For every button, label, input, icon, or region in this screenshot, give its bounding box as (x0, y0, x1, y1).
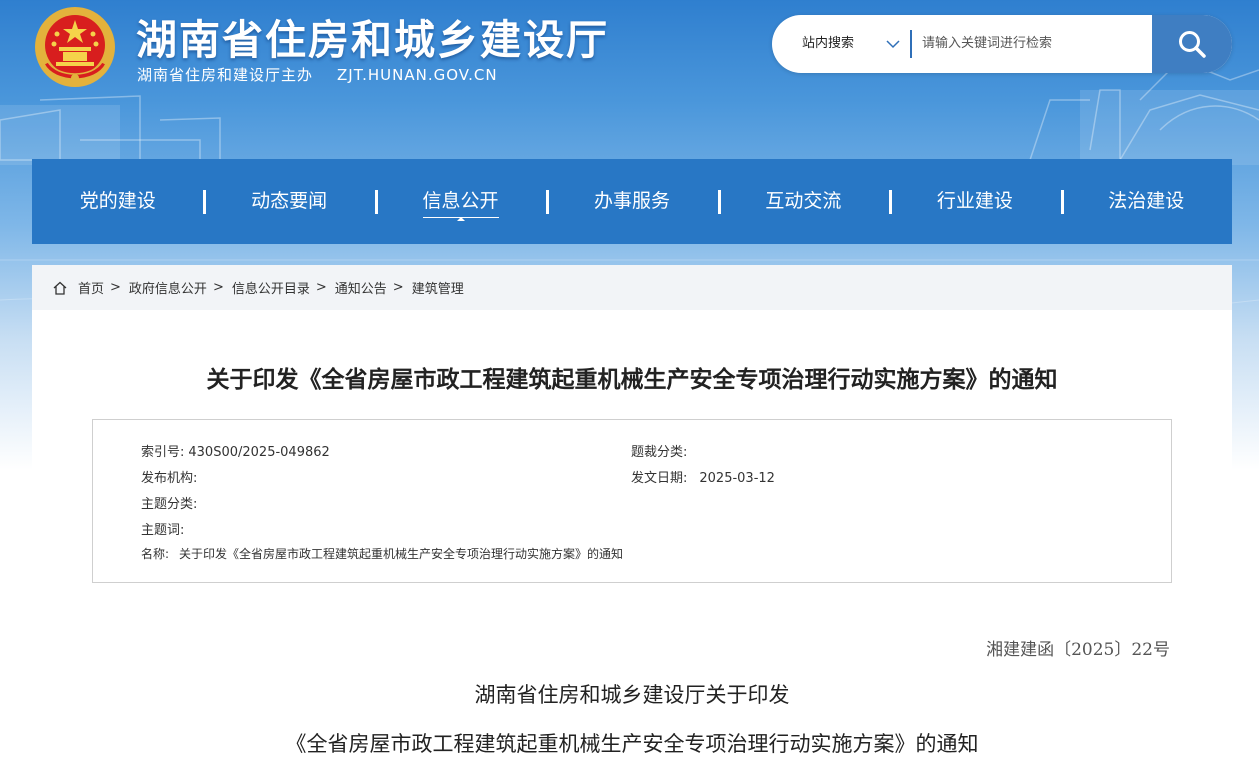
meta-keywords: 主题词: (141, 519, 188, 538)
site-title: 湖南省住房和城乡建设厅 (136, 16, 609, 64)
breadcrumb-separator: > (212, 280, 224, 295)
meta-label: 主题分类: (141, 497, 198, 512)
nav-item-industry[interactable]: 行业建设 (889, 159, 1060, 244)
nav-item-label: 信息公开 (422, 190, 499, 218)
magnifier-icon (1179, 31, 1206, 58)
search-box: 站内搜索 (772, 15, 1232, 73)
organizer-text: 湖南省住房和建设厅主办 (137, 66, 314, 84)
nav-item-label: 办事服务 (593, 190, 670, 212)
nav-item-interaction[interactable]: 互动交流 (717, 159, 889, 244)
meta-topic-category: 主题分类: (141, 493, 201, 512)
search-input[interactable] (920, 29, 1144, 57)
nav-item-services[interactable]: 办事服务 (546, 159, 717, 244)
article-title: 关于印发《全省房屋市政工程建筑起重机械生产安全专项治理行动实施方案》的通知 (206, 367, 1058, 393)
nav-item-label: 动态要闻 (251, 190, 328, 212)
search-scope-select[interactable]: 站内搜索 (802, 15, 854, 73)
search-divider (910, 30, 912, 58)
chevron-down-icon[interactable] (886, 37, 900, 51)
breadcrumb: 首页 > 政府信息公开 > 信息公开目录 > 通知公告 > 建筑管理 (32, 265, 1232, 310)
metadata-table: 索引号: 430S00/2025-049862 题裁分类: 发布机构: 发文日期:… (92, 419, 1172, 583)
search-button[interactable] (1152, 15, 1232, 73)
national-emblem-icon (35, 7, 115, 87)
body-heading-line-2: 《全省房屋市政工程建筑起重机械生产安全专项治理行动实施方案》的通知 (285, 732, 979, 756)
document-number: 湘建建函〔2025〕22号 (986, 640, 1170, 660)
site-domain: ZJT.HUNAN.GOV.CN (337, 66, 498, 84)
nav-item-label: 行业建设 (936, 190, 1013, 212)
breadcrumb-construction-mgmt[interactable]: 建筑管理 (412, 278, 464, 297)
breadcrumb-info-catalog[interactable]: 信息公开目录 (232, 278, 310, 297)
nav-item-rule-of-law[interactable]: 法治建设 (1060, 159, 1232, 244)
meta-value: 430S00/2025-049862 (188, 445, 330, 460)
breadcrumb-separator: > (315, 280, 327, 295)
breadcrumb-home[interactable]: 首页 (78, 278, 104, 297)
meta-value: 2025-03-12 (699, 471, 775, 486)
meta-theme-category: 题裁分类: (631, 441, 691, 460)
breadcrumb-separator: > (392, 280, 404, 295)
nav-item-news[interactable]: 动态要闻 (203, 159, 374, 244)
site-subtitle: 湖南省住房和建设厅主办 ZJT.HUNAN.GOV.CN (137, 64, 498, 85)
nav-item-label: 党的建设 (79, 190, 156, 212)
nav-item-label: 互动交流 (765, 190, 842, 212)
main-nav: 党的建设 动态要闻 信息公开 办事服务 互动交流 行业建设 法治建设 (32, 159, 1232, 244)
meta-publisher: 发布机构: (141, 467, 201, 486)
meta-index: 索引号: 430S00/2025-049862 (141, 441, 330, 460)
article-panel: 关于印发《全省房屋市政工程建筑起重机械生产安全专项治理行动实施方案》的通知 索引… (32, 310, 1232, 775)
meta-name: 名称: 关于印发《全省房屋市政工程建筑起重机械生产安全专项治理行动实施方案》的通知 (141, 545, 623, 562)
meta-label: 名称: (141, 547, 170, 561)
meta-label: 索引号: (141, 445, 185, 460)
breadcrumb-notices[interactable]: 通知公告 (335, 278, 387, 297)
meta-issue-date: 发文日期: 2025-03-12 (631, 467, 775, 486)
nav-item-info-disclosure[interactable]: 信息公开 (374, 159, 546, 244)
breadcrumb-separator: > (110, 280, 121, 295)
body-heading-line-1: 湖南省住房和城乡建设厅关于印发 (474, 683, 790, 707)
meta-label: 主题词: (141, 523, 185, 538)
meta-label: 发布机构: (141, 471, 198, 486)
home-icon[interactable] (52, 280, 68, 296)
meta-value: 关于印发《全省房屋市政工程建筑起重机械生产安全专项治理行动实施方案》的通知 (179, 547, 624, 561)
nav-item-label: 法治建设 (1108, 190, 1185, 212)
nav-item-party-building[interactable]: 党的建设 (32, 159, 203, 244)
meta-label: 发文日期: (631, 471, 688, 486)
breadcrumb-gov-info[interactable]: 政府信息公开 (129, 278, 207, 297)
active-indicator (456, 217, 465, 221)
meta-label: 题裁分类: (631, 445, 688, 460)
